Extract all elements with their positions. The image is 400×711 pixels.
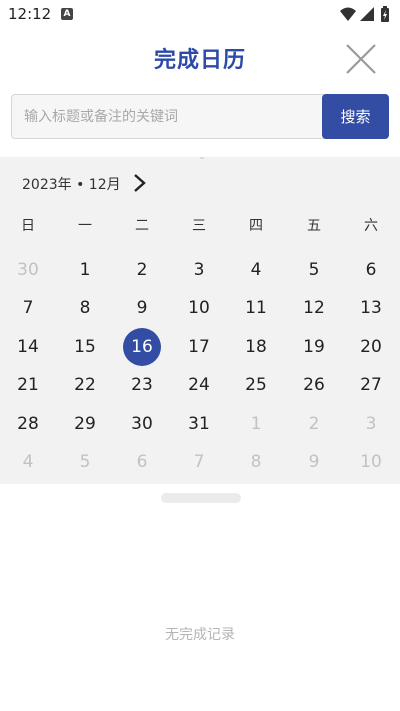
calendar-day[interactable]: 10 (351, 443, 391, 481)
status-bar: 12:12 A (0, 0, 400, 28)
calendar-day[interactable]: 1 (236, 405, 276, 443)
battery-charging-icon (381, 6, 389, 22)
calendar-day[interactable]: 19 (294, 328, 334, 366)
calendar-day[interactable]: 6 (122, 443, 162, 481)
calendar-day[interactable]: 8 (65, 289, 105, 327)
calendar-day[interactable]: 29 (65, 405, 105, 443)
search-button[interactable]: 搜索 (322, 94, 389, 139)
calendar-day-selected[interactable]: 16 (122, 327, 162, 366)
status-time: 12:12 (8, 5, 52, 23)
close-icon[interactable] (344, 42, 378, 76)
calendar-day[interactable]: 22 (65, 366, 105, 404)
calendar-day[interactable]: 15 (65, 328, 105, 366)
calendar-day[interactable]: 11 (236, 289, 276, 327)
calendar-day[interactable]: 30 (8, 251, 48, 289)
calendar-day[interactable]: 1 (65, 251, 105, 289)
calendar-day[interactable]: 5 (65, 443, 105, 481)
calendar-day[interactable]: 20 (351, 328, 391, 366)
calendar-day[interactable]: 31 (179, 405, 219, 443)
calendar-day[interactable]: 13 (351, 289, 391, 327)
calendar-day[interactable]: 3 (179, 251, 219, 289)
panel-drag-handle[interactable] (161, 493, 241, 503)
search-input[interactable] (11, 94, 333, 139)
calendar-day[interactable]: 7 (179, 443, 219, 481)
calendar-day[interactable]: 4 (8, 443, 48, 481)
calendar-day[interactable]: 12 (294, 289, 334, 327)
header: 完成日历 (0, 28, 400, 88)
calendar-day[interactable]: 5 (294, 251, 334, 289)
calendar-day[interactable]: 10 (179, 289, 219, 327)
calendar-day[interactable]: 27 (351, 366, 391, 404)
status-icons (340, 6, 389, 22)
calendar-day[interactable]: 2 (294, 405, 334, 443)
calendar-day[interactable]: 26 (294, 366, 334, 404)
calendar-day[interactable]: 23 (122, 366, 162, 404)
calendar-day[interactable]: 18 (236, 328, 276, 366)
calendar-day[interactable]: 14 (8, 328, 48, 366)
calendar-day[interactable]: 30 (122, 405, 162, 443)
calendar: 2023年 • 12月 日 一 二 三 四 五 六 30 1 2 3 4 5 6 7 8 9 10 1… (0, 157, 400, 484)
calendar-day[interactable]: 7 (8, 289, 48, 327)
calendar-day[interactable]: 9 (122, 289, 162, 327)
wifi-icon (340, 7, 356, 21)
calendar-day[interactable]: 9 (294, 443, 334, 481)
calendar-day[interactable]: 4 (236, 251, 276, 289)
calendar-day[interactable]: 28 (8, 405, 48, 443)
empty-records-text: 无完成记录 (165, 627, 235, 643)
calendar-day[interactable]: 24 (179, 366, 219, 404)
signal-icon (360, 7, 374, 21)
calendar-day[interactable]: 6 (351, 251, 391, 289)
notification-a-icon: A (61, 8, 73, 20)
calendar-day[interactable]: 25 (236, 366, 276, 404)
calendar-day[interactable]: 21 (8, 366, 48, 404)
day-grid: 30 1 2 3 4 5 6 7 8 9 10 11 12 13 14 15 16 17 18 19 20 21 22 23 2… (0, 157, 400, 484)
calendar-day[interactable]: 3 (351, 405, 391, 443)
records-panel: 无完成记录 (3, 484, 397, 711)
search-bar: 搜索 (11, 94, 389, 139)
page-title: 完成日历 (153, 48, 246, 73)
calendar-day[interactable]: 8 (236, 443, 276, 481)
calendar-day[interactable]: 2 (122, 251, 162, 289)
calendar-day[interactable]: 17 (179, 328, 219, 366)
